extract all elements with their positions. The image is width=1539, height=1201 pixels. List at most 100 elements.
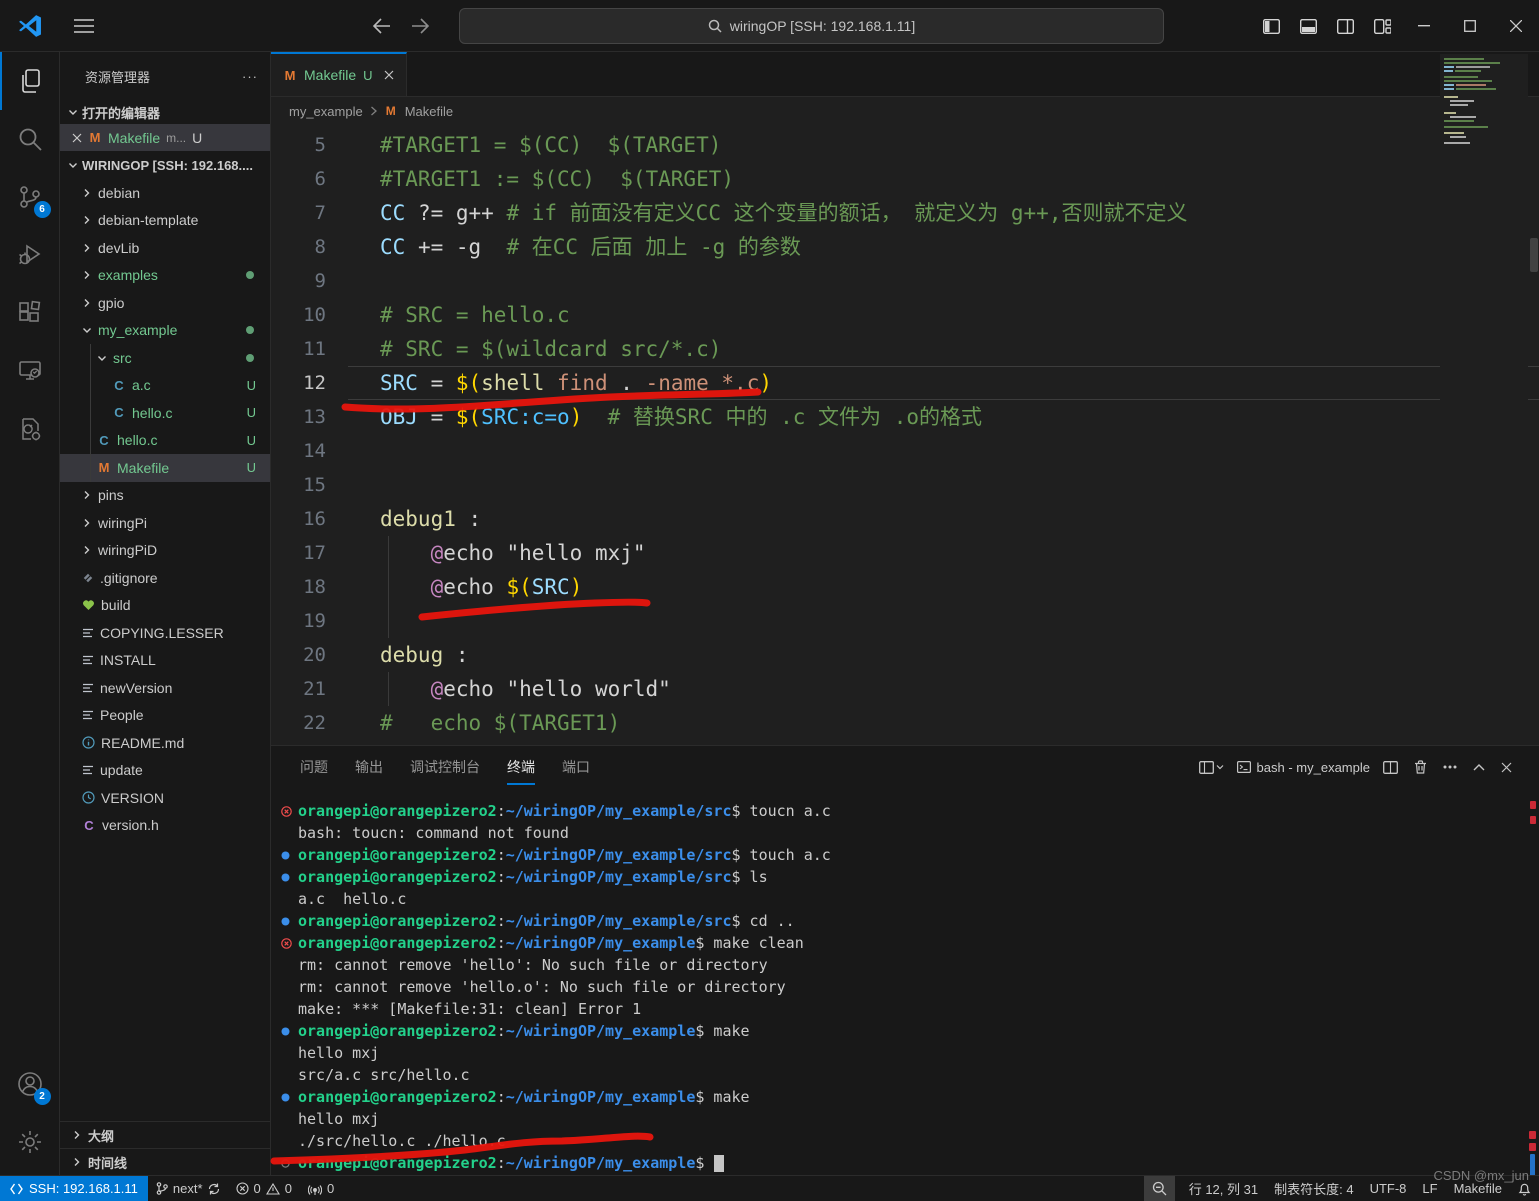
toggle-secondary-sidebar-icon[interactable] — [1327, 10, 1364, 43]
code-line-19[interactable]: 19 — [271, 604, 1539, 638]
code-line-17[interactable]: 17 @echo "hello mxj" — [271, 536, 1539, 570]
tab-debug-console[interactable]: 调试控制台 — [410, 753, 480, 781]
remote-indicator[interactable]: SSH: 192.168.1.11 — [0, 1176, 148, 1201]
tab-close-icon[interactable] — [384, 70, 394, 80]
open-editor-item-makefile[interactable]: M Makefile m... U — [60, 124, 270, 151]
maximize-button[interactable] — [1447, 0, 1493, 52]
menu-hamburger-icon[interactable] — [68, 13, 100, 39]
code-line-20[interactable]: 20debug : — [271, 638, 1539, 672]
breadcrumb-folder[interactable]: my_example — [289, 104, 363, 119]
close-panel-icon[interactable] — [1498, 759, 1515, 776]
tree-item-install[interactable]: INSTALL — [60, 647, 270, 675]
nav-back-icon[interactable] — [372, 18, 390, 34]
tree-item-wiringpi[interactable]: wiringPi — [60, 509, 270, 537]
tab-ports[interactable]: 端口 — [562, 753, 590, 781]
workspace-root[interactable]: WIRINGOP [SSH: 192.168.... — [60, 151, 270, 179]
tree-item-devlib[interactable]: devLib — [60, 234, 270, 262]
notifications-item[interactable] — [1510, 1176, 1539, 1201]
tree-item-build[interactable]: build — [60, 592, 270, 620]
code-line-5[interactable]: 5#TARGET1 = $(CC) $(TARGET) — [271, 128, 1539, 162]
toggle-primary-sidebar-icon[interactable] — [1253, 10, 1290, 43]
ports-item[interactable]: 0 — [300, 1176, 342, 1201]
language-mode-item[interactable]: Makefile — [1446, 1176, 1510, 1201]
close-icon[interactable] — [72, 133, 82, 143]
outline-section[interactable]: 大纲 — [60, 1121, 270, 1148]
tab-problems[interactable]: 问题 — [300, 753, 328, 781]
code-line-11[interactable]: 11# SRC = $(wildcard src/*.c) — [271, 332, 1539, 366]
code-line-10[interactable]: 10# SRC = hello.c — [271, 298, 1539, 332]
code-line-12[interactable]: 12SRC = $(shell find . -name *.c) — [271, 366, 1539, 400]
tree-item-src[interactable]: src — [60, 344, 270, 372]
tree-item-debian[interactable]: debian — [60, 179, 270, 207]
tree-item-examples[interactable]: examples — [60, 262, 270, 290]
split-terminal-icon[interactable] — [1380, 758, 1401, 777]
panel-more-actions-icon[interactable] — [1440, 762, 1460, 772]
run-debug-icon[interactable] — [0, 226, 60, 284]
source-control-icon[interactable]: 6 — [0, 168, 60, 226]
explorer-icon[interactable] — [0, 52, 60, 110]
tree-item-people[interactable]: People — [60, 702, 270, 730]
maximize-panel-icon[interactable] — [1470, 760, 1488, 774]
code-line-7[interactable]: 7CC ?= g++ # if 前面没有定义CC 这个变量的额话， 就定义为 g… — [271, 196, 1539, 230]
tree-item-newversion[interactable]: newVersion — [60, 674, 270, 702]
cursor-position-item[interactable]: 行 12, 列 31 — [1181, 1176, 1266, 1201]
tree-item-gpio[interactable]: gpio — [60, 289, 270, 317]
code-editor[interactable]: 5#TARGET1 = $(CC) $(TARGET)6#TARGET1 := … — [271, 125, 1539, 745]
branch-item[interactable]: next* — [148, 1176, 228, 1201]
accounts-icon[interactable]: 2 — [0, 1055, 60, 1113]
zoom-status-item[interactable] — [1144, 1176, 1175, 1201]
toggle-panel-icon[interactable] — [1290, 10, 1327, 43]
new-terminal-dropdown-icon[interactable] — [1196, 758, 1227, 777]
tab-output[interactable]: 输出 — [355, 753, 383, 781]
tree-item-version-h[interactable]: Cversion.h — [60, 812, 270, 840]
code-line-15[interactable]: 15 — [271, 468, 1539, 502]
kill-terminal-trash-icon[interactable] — [1411, 757, 1430, 777]
customize-layout-icon[interactable] — [1364, 10, 1401, 43]
encoding-item[interactable]: UTF-8 — [1362, 1176, 1415, 1201]
code-line-14[interactable]: 14 — [271, 434, 1539, 468]
tab-terminal[interactable]: 终端 — [507, 753, 535, 781]
terminal-instance-item[interactable]: bash - my_example — [1237, 760, 1370, 775]
tab-makefile[interactable]: M Makefile U — [271, 52, 407, 96]
tree-item-makefile[interactable]: MMakefileU — [60, 454, 270, 482]
code-line-13[interactable]: 13OBJ = $(SRC:c=o) # 替换SRC 中的 .c 文件为 .o的… — [271, 400, 1539, 434]
tree-item-copying-lesser[interactable]: COPYING.LESSER — [60, 619, 270, 647]
code-line-16[interactable]: 16debug1 : — [271, 502, 1539, 536]
code-line-6[interactable]: 6#TARGET1 := $(CC) $(TARGET) — [271, 162, 1539, 196]
code-line-9[interactable]: 9 — [271, 264, 1539, 298]
minimap[interactable] — [1440, 54, 1528, 674]
code-line-22[interactable]: 22# echo $(TARGET1) — [271, 706, 1539, 740]
tree-item-update[interactable]: update — [60, 757, 270, 785]
minimize-button[interactable] — [1401, 0, 1447, 52]
tree-item-my-example[interactable]: my_example — [60, 317, 270, 345]
tree-item-debian-template[interactable]: debian-template — [60, 207, 270, 235]
code-line-8[interactable]: 8CC += -g # 在CC 后面 加上 -g 的参数 — [271, 230, 1539, 264]
indentation-item[interactable]: 制表符长度: 4 — [1266, 1176, 1361, 1201]
sidebar-more-icon[interactable]: ··· — [242, 69, 258, 84]
code-line-21[interactable]: 21 @echo "hello world" — [271, 672, 1539, 706]
nav-forward-icon[interactable] — [412, 18, 430, 34]
timeline-section[interactable]: 时间线 — [60, 1148, 270, 1175]
tree-item-hello-c[interactable]: Chello.cU — [60, 399, 270, 427]
settings-gear-icon[interactable] — [0, 1113, 60, 1171]
tree-item-wiringpid[interactable]: wiringPiD — [60, 537, 270, 565]
tree-item-readme-md[interactable]: README.md — [60, 729, 270, 757]
eol-item[interactable]: LF — [1414, 1176, 1445, 1201]
problems-item[interactable]: 0 0 — [228, 1176, 300, 1201]
search-icon[interactable] — [0, 110, 60, 168]
tree-item-a-c[interactable]: Ca.cU — [60, 372, 270, 400]
close-button[interactable] — [1493, 0, 1539, 52]
open-editors-section[interactable]: 打开的编辑器 — [60, 100, 270, 124]
terminal[interactable]: orangepi@orangepizero2:~/wiringOP/my_exa… — [271, 788, 1539, 1174]
editor-scrollbar[interactable] — [1530, 238, 1538, 272]
breadcrumb[interactable]: my_example M Makefile — [271, 97, 1539, 125]
tree-item-pins[interactable]: pins — [60, 482, 270, 510]
breadcrumb-file[interactable]: Makefile — [405, 104, 453, 119]
remote-explorer-icon[interactable] — [0, 342, 60, 400]
code-line-18[interactable]: 18 @echo $(SRC) — [271, 570, 1539, 604]
tree-item-hello-c[interactable]: Chello.cU — [60, 427, 270, 455]
tree-item-version[interactable]: VERSION — [60, 784, 270, 812]
tools-file-icon[interactable] — [0, 400, 60, 458]
tree-item--gitignore[interactable]: .gitignore — [60, 564, 270, 592]
command-center-search[interactable]: wiringOP [SSH: 192.168.1.11] — [459, 8, 1164, 44]
